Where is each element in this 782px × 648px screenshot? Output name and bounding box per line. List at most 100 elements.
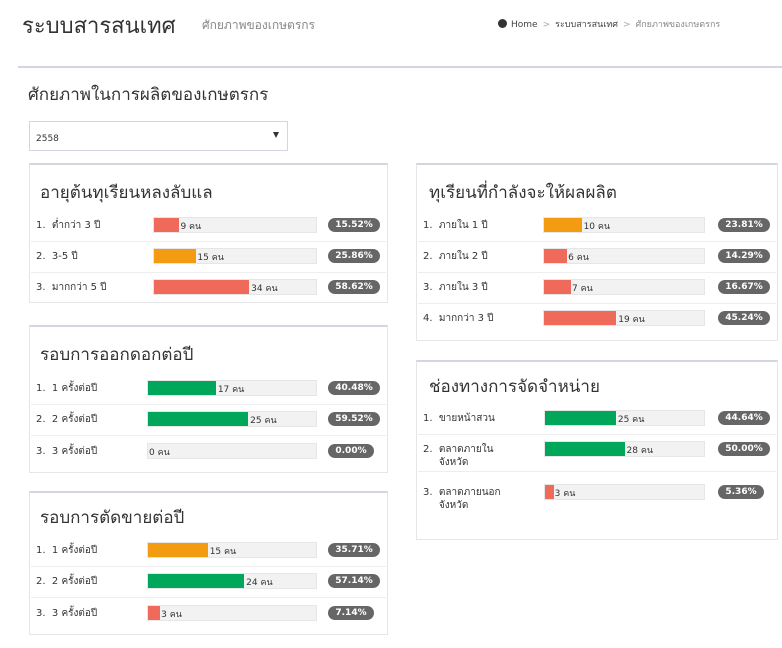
age-percent-badge: 25.86%: [328, 249, 380, 263]
channels-count-label: 28 คน: [626, 446, 654, 456]
harvest-count-label: 3 คน: [161, 610, 182, 620]
harvest-progress-fill: [148, 574, 244, 588]
bloom-percent-badge: 40.48%: [328, 381, 380, 395]
yielding-count-label: 6 คน: [568, 253, 589, 263]
yielding-progress-track: [543, 217, 705, 233]
bloom-percent-badge: 59.52%: [328, 412, 380, 426]
channels-row-label: 3. ตลาดภายนอก จังหวัด: [423, 487, 501, 511]
harvest-count-label: 15 คน: [209, 547, 237, 557]
channels-count-label: 25 คน: [617, 415, 645, 425]
yielding-panel-title: ทุเรียนที่กำลังจะให้ผลผลิต: [429, 183, 617, 203]
yielding-row-label: 3. ภายใน 3 ปี: [423, 282, 488, 293]
breadcrumb-separator: >: [542, 20, 551, 30]
row-divider: [31, 404, 386, 405]
harvest-progress-fill: [148, 606, 160, 620]
row-divider: [31, 597, 386, 598]
channels-percent-badge: 44.64%: [718, 411, 770, 425]
bloom-count-label: 0 คน: [149, 448, 170, 458]
bloom-percent-badge: 0.00%: [328, 444, 374, 458]
age-progress-track: [153, 248, 317, 264]
bloom-progress-track: [147, 411, 317, 427]
age-row-label: 2. 3-5 ปี: [36, 251, 78, 262]
bloom-progress-track: [147, 443, 317, 459]
yielding-percent-badge: 16.67%: [718, 280, 770, 294]
channels-panel-title: ช่องทางการจัดจำหน่าย: [429, 377, 600, 397]
age-progress-track: [153, 279, 317, 295]
year-select-value: 2558: [36, 134, 59, 144]
yielding-count-label: 10 คน: [583, 222, 611, 232]
row-divider: [31, 241, 386, 242]
bloom-panel-title: รอบการออกดอกต่อปี: [40, 345, 194, 365]
breadcrumb-current: ศักยภาพของเกษตรกร: [635, 20, 721, 30]
yielding-count-label: 7 คน: [572, 284, 593, 294]
yielding-row-label: 2. ภายใน 2 ปี: [423, 251, 488, 262]
channels-percent-badge: 5.36%: [718, 485, 764, 499]
age-row-label: 1. ต่ำกว่า 3 ปี: [36, 220, 101, 231]
main-title: ศักยภาพในการผลิตของเกษตรกร: [28, 85, 269, 105]
yielding-progress-track: [543, 279, 705, 295]
row-divider: [418, 241, 776, 242]
row-divider: [418, 434, 776, 435]
chevron-down-icon: [273, 132, 279, 138]
yielding-row-label: 4. มากกว่า 3 ปี: [423, 313, 494, 324]
age-count-label: 34 คน: [251, 284, 278, 294]
bloom-progress-fill: [148, 381, 216, 395]
channels-progress-track: [544, 441, 705, 457]
yielding-progress-fill: [544, 218, 583, 232]
page-title: ระบบสารสนเทศ: [22, 14, 176, 39]
bloom-count-label: 17 คน: [217, 385, 245, 395]
bloom-row-label: 1. 1 ครั้งต่อปี: [36, 383, 98, 394]
breadcrumb-home[interactable]: Home: [511, 20, 538, 30]
age-percent-badge: 58.62%: [328, 280, 380, 294]
harvest-row-label: 3. 3 ครั้งต่อปี: [36, 608, 98, 619]
yielding-row-label: 1. ภายใน 1 ปี: [423, 220, 488, 231]
harvest-progress-fill: [148, 543, 208, 557]
channels-progress-fill: [545, 485, 554, 499]
harvest-row-label: 1. 1 ครั้งต่อปี: [36, 545, 98, 556]
row-divider: [418, 303, 776, 304]
row-divider: [418, 272, 776, 273]
harvest-progress-track: [147, 573, 317, 589]
row-divider: [31, 435, 386, 436]
channels-progress-fill: [545, 411, 616, 425]
page-subtitle: ศักยภาพของเกษตรกร: [202, 18, 315, 32]
breadcrumb-separator: >: [622, 20, 631, 30]
year-select[interactable]: 2558: [29, 121, 288, 151]
age-percent-badge: 15.52%: [328, 218, 380, 232]
breadcrumb-system[interactable]: ระบบสารสนเทศ: [555, 20, 618, 30]
yielding-percent-badge: 23.81%: [718, 218, 770, 232]
harvest-row-label: 2. 2 ครั้งต่อปี: [36, 576, 98, 587]
age-count-label: 9 คน: [180, 222, 202, 232]
channels-count-label: 3 คน: [554, 489, 576, 499]
bloom-progress-fill: [148, 412, 248, 426]
yielding-percent-badge: 14.29%: [718, 249, 770, 263]
harvest-count-label: 24 คน: [246, 578, 273, 588]
breadcrumb: Home > ระบบสารสนเทศ > ศักยภาพของเกษตรกร: [498, 17, 720, 31]
yielding-percent-badge: 45.24%: [718, 311, 770, 325]
age-progress-fill: [154, 280, 249, 294]
row-divider: [31, 566, 386, 567]
channels-row-label: 2. ตลาดภายใน จังหวัด: [423, 444, 494, 468]
bloom-row-label: 2. 2 ครั้งต่อปี: [36, 414, 98, 425]
harvest-percent-badge: 57.14%: [328, 574, 380, 588]
yielding-count-label: 19 คน: [618, 315, 645, 325]
yielding-progress-fill: [544, 311, 617, 325]
bloom-count-label: 25 คน: [250, 416, 277, 426]
yielding-progress-fill: [544, 249, 567, 263]
channels-row-label: 1. ขายหน้าสวน: [423, 413, 495, 424]
row-divider: [31, 272, 386, 273]
channels-percent-badge: 50.00%: [718, 442, 770, 456]
channels-progress-fill: [545, 442, 625, 456]
harvest-percent-badge: 7.14%: [328, 606, 374, 620]
row-divider: [418, 471, 776, 472]
age-row-label: 3. มากกว่า 5 ปี: [36, 282, 107, 293]
age-progress-track: [153, 217, 317, 233]
harvest-percent-badge: 35.71%: [328, 543, 380, 557]
age-progress-fill: [154, 218, 180, 232]
age-progress-fill: [154, 249, 196, 263]
home-icon: [498, 19, 507, 28]
harvest-panel-title: รอบการตัดขายต่อปี: [40, 508, 185, 528]
yielding-progress-fill: [544, 280, 571, 294]
page-header: ระบบสารสนเทศ ศักยภาพของเกษตรกร Home > ระบบ…: [0, 0, 782, 56]
age-count-label: 15 คน: [197, 253, 224, 263]
